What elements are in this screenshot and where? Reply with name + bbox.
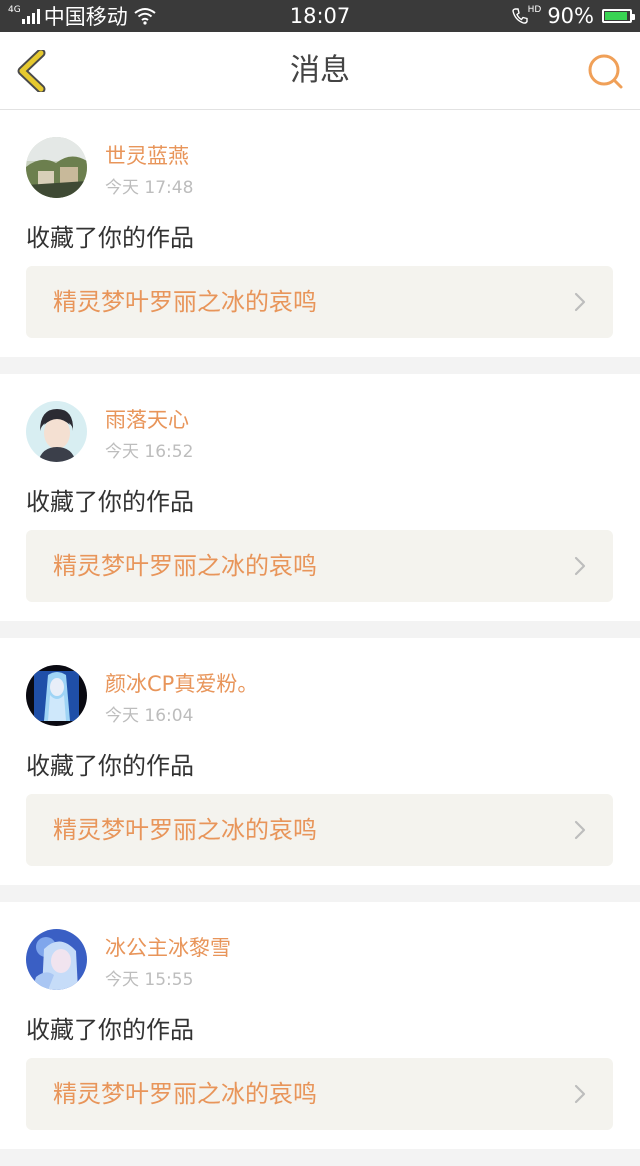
username[interactable]: 世灵蓝燕 xyxy=(105,140,189,170)
battery-percent: 90% xyxy=(547,4,594,28)
user-avatar-image xyxy=(26,929,87,990)
chevron-right-icon xyxy=(574,1084,586,1104)
nav-bar: 消息 xyxy=(0,32,640,110)
message-card: 颜冰CP真爱粉。 今天 16:04 收藏了你的作品 精灵梦叶罗丽之冰的哀鸣 xyxy=(0,638,640,885)
user-avatar-image xyxy=(26,137,87,198)
battery-fill xyxy=(605,12,627,20)
avatar[interactable] xyxy=(26,665,87,726)
username[interactable]: 雨落天心 xyxy=(105,404,189,434)
user-avatar-image xyxy=(26,665,87,726)
work-title: 精灵梦叶罗丽之冰的哀鸣 xyxy=(53,1080,317,1108)
message-time: 今天 15:55 xyxy=(105,970,194,990)
message-list: 世灵蓝燕 今天 17:48 收藏了你的作品 精灵梦叶罗丽之冰的哀鸣 雨落天心 今… xyxy=(0,110,640,1166)
search-button[interactable] xyxy=(586,52,624,90)
work-link[interactable]: 精灵梦叶罗丽之冰的哀鸣 xyxy=(26,530,613,602)
message-card: 冰公主冰黎雪 今天 15:55 收藏了你的作品 精灵梦叶罗丽之冰的哀鸣 xyxy=(0,902,640,1149)
status-time: 18:07 xyxy=(289,4,351,28)
avatar[interactable] xyxy=(26,929,87,990)
status-right: HD 90% xyxy=(511,0,635,32)
action-text: 收藏了你的作品 xyxy=(26,224,194,252)
avatar[interactable] xyxy=(26,401,87,462)
work-link[interactable]: 精灵梦叶罗丽之冰的哀鸣 xyxy=(26,266,613,338)
message-card: 世灵蓝燕 今天 17:48 收藏了你的作品 精灵梦叶罗丽之冰的哀鸣 xyxy=(0,110,640,357)
action-text: 收藏了你的作品 xyxy=(26,1016,194,1044)
action-text: 收藏了你的作品 xyxy=(26,488,194,516)
work-title: 精灵梦叶罗丽之冰的哀鸣 xyxy=(53,552,317,580)
avatar[interactable] xyxy=(26,137,87,198)
action-text: 收藏了你的作品 xyxy=(26,752,194,780)
username[interactable]: 颜冰CP真爱粉。 xyxy=(105,668,258,698)
work-link[interactable]: 精灵梦叶罗丽之冰的哀鸣 xyxy=(26,794,613,866)
user-avatar-image xyxy=(26,401,87,462)
message-time: 今天 16:52 xyxy=(105,442,194,462)
work-link[interactable]: 精灵梦叶罗丽之冰的哀鸣 xyxy=(26,1058,613,1130)
chevron-right-icon xyxy=(574,820,586,840)
search-icon xyxy=(588,54,623,89)
status-bar: 4G 中国移动 18:07 HD 90% xyxy=(0,0,640,32)
page-title: 消息 xyxy=(290,53,350,88)
chevron-right-icon xyxy=(574,292,586,312)
message-time: 今天 17:48 xyxy=(105,178,194,198)
chevron-right-icon xyxy=(574,556,586,576)
message-card: 雨落天心 今天 16:52 收藏了你的作品 精灵梦叶罗丽之冰的哀鸣 xyxy=(0,374,640,621)
battery-icon xyxy=(602,9,635,23)
call-badge: HD xyxy=(527,5,542,15)
work-title: 精灵梦叶罗丽之冰的哀鸣 xyxy=(53,288,317,316)
work-title: 精灵梦叶罗丽之冰的哀鸣 xyxy=(53,816,317,844)
hd-call-icon: HD xyxy=(511,5,542,25)
username[interactable]: 冰公主冰黎雪 xyxy=(105,932,231,962)
message-time: 今天 16:04 xyxy=(105,706,194,726)
